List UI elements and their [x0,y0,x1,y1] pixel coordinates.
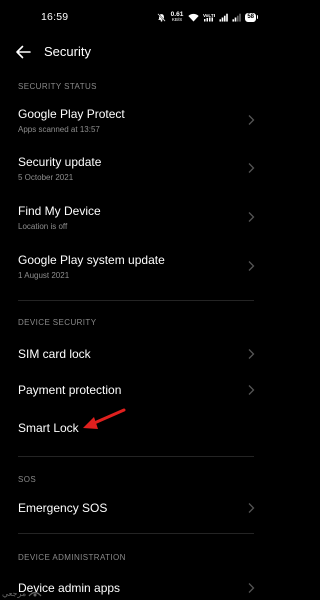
list-item-smart-lock[interactable]: Smart Lock [0,412,270,444]
section-header-device-administration: DEVICE ADMINISTRATION [18,553,126,562]
item-title: Emergency SOS [18,501,108,515]
chevron-right-icon [248,503,255,513]
wifi-icon [188,13,199,22]
item-title: Google Play Protect [18,107,125,121]
item-subtitle: Location is off [18,222,68,231]
signal-icon [219,13,229,22]
svg-text:VoLTE: VoLTE [203,13,215,18]
list-item-google-play-system-update[interactable]: Google Play system update 1 August 2021 [0,246,270,288]
item-title: Find My Device [18,204,101,218]
divider [18,533,254,534]
item-subtitle: Apps scanned at 13:57 [18,125,100,134]
item-title: Payment protection [18,383,122,397]
chevron-right-icon [248,385,255,395]
divider [18,300,254,301]
item-title: Google Play system update [18,253,165,267]
page-title: Security [44,44,91,59]
watermark: مرجعي [2,588,42,598]
status-bar: 16:59 0.61 KB/S VoLTE 58 [0,0,270,34]
chevron-right-icon [248,349,255,359]
signal-icon-2 [232,13,242,22]
section-header-sos: SOS [18,475,37,484]
chevron-right-icon [248,212,255,222]
list-item-security-update[interactable]: Security update 5 October 2021 [0,148,270,190]
app-header: Security [0,34,270,70]
status-time: 16:59 [41,11,69,23]
item-subtitle: 1 August 2021 [18,271,70,280]
divider [18,456,254,457]
arrow-left-icon [16,45,31,59]
volte-signal-icon: VoLTE [203,12,215,22]
network-speed: 0.61 KB/S [170,10,184,22]
item-title: SIM card lock [18,347,91,361]
list-item-emergency-sos[interactable]: Emergency SOS [0,492,270,524]
item-subtitle: 5 October 2021 [18,173,74,182]
chevron-right-icon [248,261,255,271]
red-arrow-icon [83,408,126,429]
status-icons: 0.61 KB/S VoLTE 58 [157,10,258,24]
chevron-right-icon [248,163,255,173]
battery-icon: 58 [245,12,258,22]
alarm-icon [157,12,166,22]
section-header-device-security: DEVICE SECURITY [18,318,97,327]
list-item-sim-card-lock[interactable]: SIM card lock [0,338,270,370]
item-title: Smart Lock [18,421,79,435]
chevron-right-icon [248,583,255,593]
watermark-text: مرجعي [2,588,27,598]
watermark-logo-icon [28,591,42,597]
item-title: Security update [18,155,102,169]
list-item-find-my-device[interactable]: Find My Device Location is off [0,197,270,239]
list-item-google-play-protect[interactable]: Google Play Protect Apps scanned at 13:5… [0,100,270,142]
section-header-security-status: SECURITY STATUS [18,82,97,91]
back-button[interactable] [13,43,33,61]
chevron-right-icon [248,115,255,125]
list-item-payment-protection[interactable]: Payment protection [0,374,270,406]
